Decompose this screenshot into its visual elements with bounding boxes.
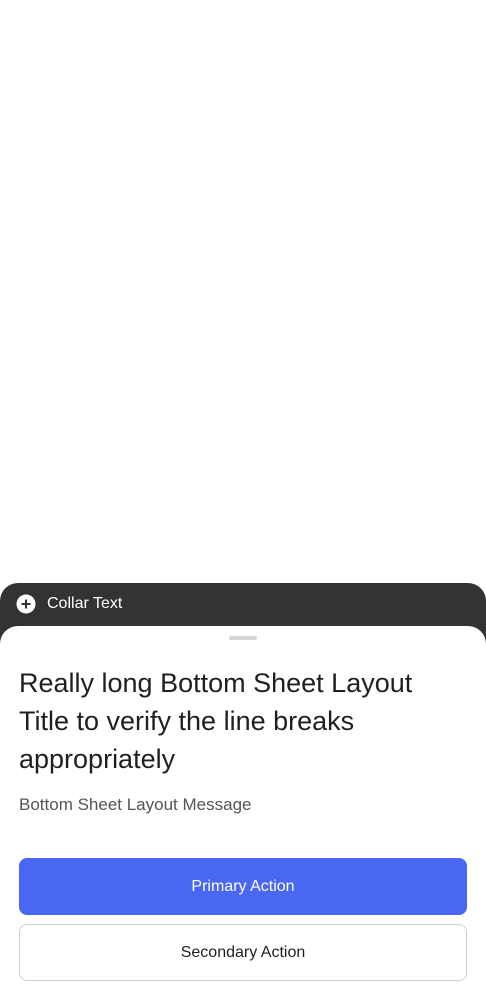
sheet-title: Really long Bottom Sheet Layout Title to… — [19, 668, 413, 774]
bottom-sheet: Really long Bottom Sheet Layout Title to… — [0, 626, 486, 1000]
sheet-message: Bottom Sheet Layout Message — [19, 795, 252, 814]
drag-handle[interactable] — [229, 636, 257, 640]
plus-circle-icon — [16, 594, 36, 614]
screen: Collar Text Really long Bottom Sheet Lay… — [0, 0, 486, 1000]
collar-row: Collar Text — [16, 594, 122, 614]
primary-action-button[interactable]: Primary Action — [19, 858, 467, 915]
collar-text: Collar Text — [47, 595, 123, 612]
secondary-action-button[interactable]: Secondary Action — [19, 924, 467, 981]
